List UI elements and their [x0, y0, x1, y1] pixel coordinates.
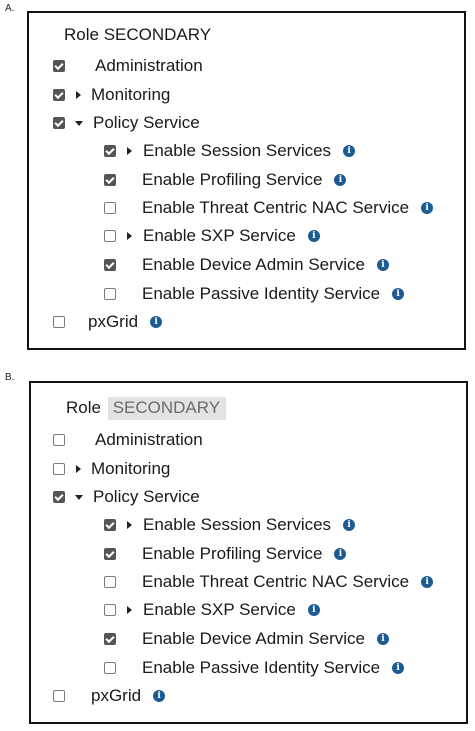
info-icon[interactable]: i: [343, 145, 356, 157]
item-label: Enable SXP Service: [143, 226, 296, 245]
checkbox-icon[interactable]: [104, 259, 116, 271]
checkbox-icon[interactable]: [53, 463, 65, 475]
caret-right-icon[interactable]: [127, 606, 132, 614]
info-icon[interactable]: i: [377, 259, 390, 271]
item-monitoring[interactable]: Monitoring: [53, 458, 170, 480]
checkbox-icon[interactable]: [53, 60, 65, 72]
checkbox-icon[interactable]: [104, 145, 116, 157]
caret-right-icon[interactable]: [127, 147, 132, 155]
item-enable-sxp-service[interactable]: Enable SXP Service i: [104, 225, 320, 247]
checkbox-icon[interactable]: [104, 202, 116, 214]
info-icon[interactable]: i: [334, 548, 347, 560]
option-letter-a: A.: [5, 3, 15, 14]
option-letter-b: B.: [5, 372, 15, 383]
item-label: pxGrid: [91, 686, 142, 705]
checkbox-icon[interactable]: [53, 117, 65, 129]
item-label: pxGrid: [88, 312, 139, 331]
item-administration[interactable]: Administration: [53, 55, 203, 77]
item-policy-service[interactable]: Policy Service: [53, 486, 200, 508]
item-monitoring[interactable]: Monitoring: [53, 84, 170, 106]
item-label: Enable Threat Centric NAC Service: [142, 198, 410, 217]
checkbox-icon[interactable]: [53, 316, 65, 328]
item-enable-sxp-service[interactable]: Enable SXP Service i: [104, 599, 320, 621]
checkbox-icon[interactable]: [104, 604, 116, 616]
caret-right-icon[interactable]: [127, 232, 132, 240]
checkbox-icon[interactable]: [53, 89, 65, 101]
caret-right-icon[interactable]: [127, 521, 132, 529]
checkbox-icon[interactable]: [104, 288, 116, 300]
info-icon[interactable]: i: [343, 519, 356, 531]
info-icon[interactable]: i: [392, 288, 405, 300]
item-label: Enable Profiling Service: [142, 170, 323, 189]
item-enable-profiling-service[interactable]: Enable Profiling Service i: [104, 169, 347, 191]
item-enable-passive-identity-service[interactable]: Enable Passive Identity Service i: [104, 657, 405, 679]
checkbox-icon[interactable]: [104, 230, 116, 242]
checkbox-icon[interactable]: [53, 491, 65, 503]
caret-right-icon[interactable]: [76, 91, 81, 99]
item-enable-passive-identity-service[interactable]: Enable Passive Identity Service i: [104, 283, 405, 305]
checkbox-icon[interactable]: [104, 548, 116, 560]
info-icon[interactable]: i: [421, 576, 434, 588]
info-icon[interactable]: i: [150, 316, 163, 328]
item-pxgrid[interactable]: pxGrid i: [53, 685, 166, 707]
item-enable-session-services[interactable]: Enable Session Services i: [104, 140, 356, 162]
item-label: Enable Session Services: [143, 515, 332, 534]
checkbox-icon[interactable]: [53, 690, 65, 702]
item-label: Enable Threat Centric NAC Service: [142, 572, 410, 591]
item-label: Administration: [95, 430, 203, 449]
info-icon[interactable]: i: [307, 230, 320, 242]
item-enable-session-services[interactable]: Enable Session Services i: [104, 514, 356, 536]
item-pxgrid[interactable]: pxGrid i: [53, 311, 163, 333]
info-icon[interactable]: i: [377, 633, 390, 645]
service-list: Administration Monitoring Policy Service…: [31, 383, 466, 722]
info-icon[interactable]: i: [392, 662, 405, 674]
caret-down-icon[interactable]: [75, 120, 83, 126]
item-label: Enable Passive Identity Service: [142, 284, 381, 303]
item-label: Enable Device Admin Service: [142, 629, 366, 648]
item-enable-threat-centric-nac-service[interactable]: Enable Threat Centric NAC Service i: [104, 571, 434, 593]
item-enable-threat-centric-nac-service[interactable]: Enable Threat Centric NAC Service i: [104, 197, 434, 219]
caret-down-icon[interactable]: [75, 494, 83, 500]
info-icon[interactable]: i: [334, 174, 347, 186]
checkbox-icon[interactable]: [104, 662, 116, 674]
item-label: Enable Passive Identity Service: [142, 658, 381, 677]
item-administration[interactable]: Administration: [53, 429, 203, 451]
item-label: Monitoring: [91, 85, 171, 104]
item-label: Enable SXP Service: [143, 600, 296, 619]
item-policy-service[interactable]: Policy Service: [53, 112, 200, 134]
caret-right-icon[interactable]: [76, 465, 81, 473]
info-icon[interactable]: i: [153, 690, 166, 702]
option-b-panel: Role SECONDARY Administration Monitoring…: [29, 381, 468, 724]
item-label: Enable Profiling Service: [142, 544, 323, 563]
checkbox-icon[interactable]: [104, 519, 116, 531]
checkbox-icon[interactable]: [104, 576, 116, 588]
checkbox-icon[interactable]: [104, 633, 116, 645]
item-label: Enable Session Services: [143, 141, 332, 160]
service-list: Administration Monitoring Policy Service…: [29, 13, 464, 348]
item-enable-device-admin-service[interactable]: Enable Device Admin Service i: [104, 254, 390, 276]
item-label: Administration: [95, 56, 203, 75]
option-a-panel: Role SECONDARY Administration Monitoring…: [27, 11, 466, 350]
checkbox-icon[interactable]: [53, 434, 65, 446]
info-icon[interactable]: i: [307, 604, 320, 616]
checkbox-icon[interactable]: [104, 174, 116, 186]
item-label: Monitoring: [91, 459, 171, 478]
item-enable-profiling-service[interactable]: Enable Profiling Service i: [104, 543, 347, 565]
item-enable-device-admin-service[interactable]: Enable Device Admin Service i: [104, 628, 390, 650]
item-label: Policy Service: [93, 487, 200, 506]
item-label: Enable Device Admin Service: [142, 255, 366, 274]
info-icon[interactable]: i: [421, 202, 434, 214]
item-label: Policy Service: [93, 113, 200, 132]
